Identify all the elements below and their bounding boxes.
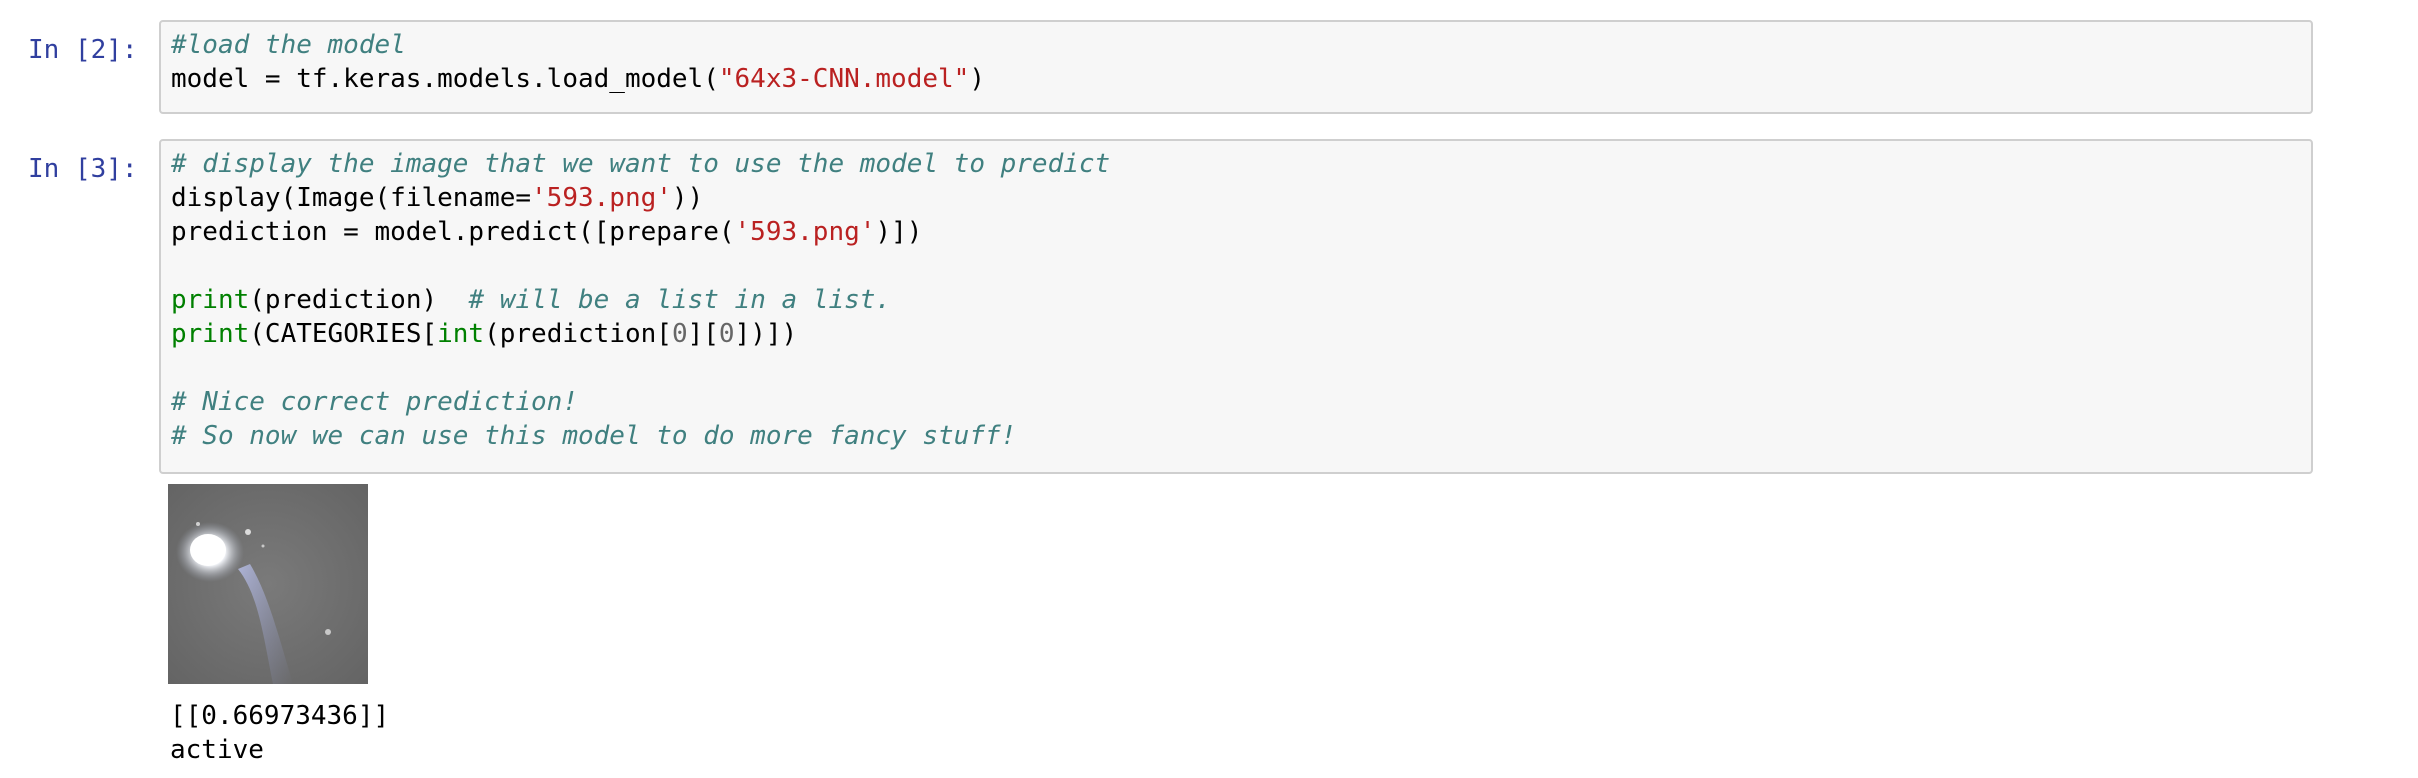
cell-prompt: In [3]: [28,154,138,184]
code-token: print [171,285,250,315]
code-token: "64x3-CNN.model" [718,64,970,94]
code-token: ])]) [734,319,798,349]
code-token: )]) [875,217,923,247]
code-input-area[interactable]: #load the model model = tf.keras.models.l… [159,20,2313,114]
code-token: '593.png' [531,183,672,213]
code-line: print(prediction) # will be a list in a … [171,283,2311,317]
code-token: (prediction) [249,285,469,315]
code-token: (prediction[ [484,319,672,349]
code-token: '593.png' [734,217,876,247]
code-line: print(CATEGORIES[int(prediction[0][0])]) [171,317,2311,351]
code-token: model = tf.keras.models.load_model( [171,64,719,94]
code-token: ][ [687,319,719,349]
code-token: 0 [718,319,735,349]
code-token: 0 [671,319,688,349]
code-token: #load the model [171,30,406,60]
code-token: # So now we can use this model to do mor… [171,421,1017,451]
code-line: #load the model [171,28,2311,62]
code-token: )) [671,183,704,213]
code-token: # Nice correct prediction! [171,387,578,417]
code-token: # display the image that we want to use … [171,149,1111,179]
code-token: print [171,319,250,349]
code-line: # display the image that we want to use … [171,147,2311,181]
output-image [168,484,368,684]
code-token: prediction = model.predict([prepare( [171,217,735,247]
prediction-output: [[0.66973436]] [170,701,390,731]
code-token: # will be a list in a list. [468,285,892,315]
nebula-thumbnail-icon [168,484,368,684]
code-line: # So now we can use this model to do mor… [171,419,2311,453]
code-token: display(Image(filename= [171,183,532,213]
code-line: model = tf.keras.models.load_model("64x3… [171,62,2311,96]
code-token: (CATEGORIES[ [249,319,438,349]
code-token: ) [969,64,985,94]
code-input-area[interactable]: # display the image that we want to use … [159,139,2313,474]
code-line: prediction = model.predict([prepare('593… [171,215,2311,249]
cell-prompt: In [2]: [28,35,138,65]
code-line: display(Image(filename='593.png')) [171,181,2311,215]
code-token: int [437,319,485,349]
code-line: # Nice correct prediction! [171,385,2311,419]
category-output: active [170,735,264,765]
